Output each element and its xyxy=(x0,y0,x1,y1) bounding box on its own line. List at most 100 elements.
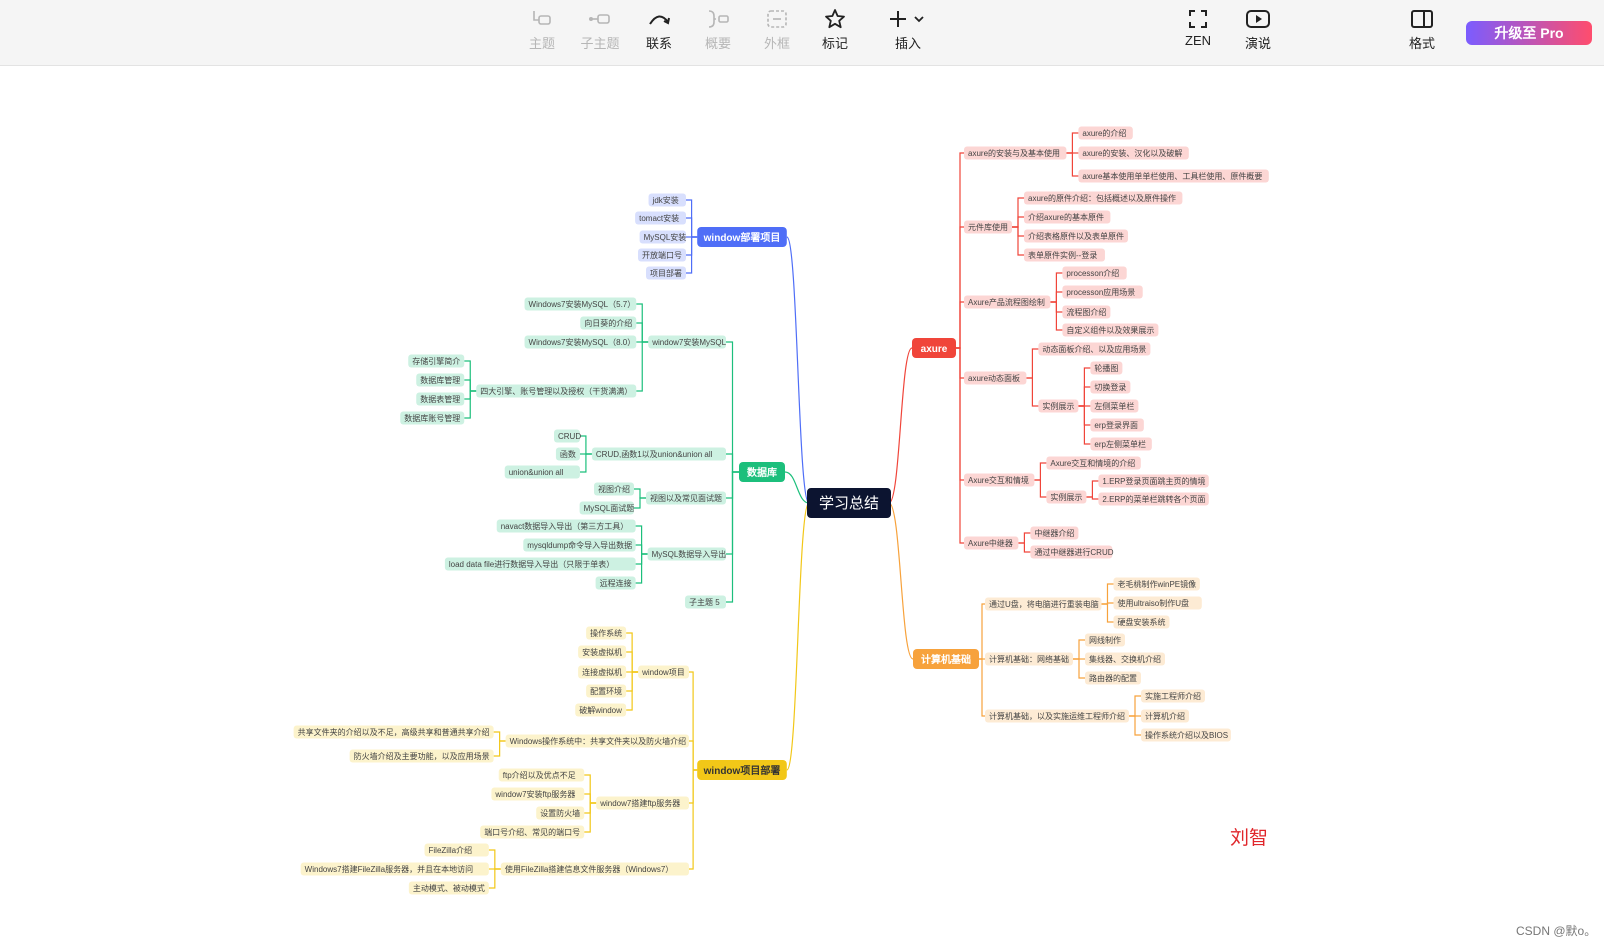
relation-curve-icon xyxy=(649,15,670,25)
mindmap-node-label: 操作系统介绍以及BIOS xyxy=(1145,730,1228,740)
mindmap-node-label: load data file进行数据导入导出（只限于单表） xyxy=(449,559,614,569)
mindmap-connector xyxy=(488,849,501,870)
mindmap-node-label: jdk安装 xyxy=(652,195,679,205)
mindmap-node-label: 通过中继器进行CRUD xyxy=(1034,547,1113,557)
mindmap-node-label: window项目 xyxy=(641,668,685,677)
mindmap-node-label: Axure交互和情境的介绍 xyxy=(1050,458,1135,468)
boundary-button[interactable]: 外框 xyxy=(749,8,805,58)
boundary-label: 外框 xyxy=(763,36,790,51)
mindmap-connector xyxy=(786,502,810,771)
format-button[interactable]: 格式 xyxy=(1394,8,1450,58)
mindmap-node-label: 设置防火墙 xyxy=(540,808,580,818)
mindmap-node-label: 实例展示 xyxy=(1042,401,1074,411)
mindmap-connector xyxy=(726,453,739,473)
mindmap-connector xyxy=(786,236,810,504)
mindmap-node-label: 向日葵的介绍 xyxy=(584,318,632,328)
plus-icon xyxy=(890,11,924,27)
mindmap-node-label: 实例展示 xyxy=(1050,492,1082,502)
mindmap-connector xyxy=(1012,216,1024,228)
mindmap-node-label: 动态面板介绍、以及应用场景 xyxy=(1042,344,1146,354)
mindmap-node-label: 使用FileZilla搭建信息文件服务器（Windows7） xyxy=(505,864,673,874)
relation-button[interactable]: 联系 xyxy=(631,8,687,58)
mindmap-connector xyxy=(1129,695,1141,717)
mindmap-node-label: 计算机基础，以及实施运维工程师介绍 xyxy=(989,711,1125,721)
mindmap-node-label: 路由器的配置 xyxy=(1089,673,1137,683)
mindmap-node-label: 硬盘安装系统 xyxy=(1117,617,1165,627)
subtopic-label: 子主题 xyxy=(580,36,620,51)
topic-icon xyxy=(533,11,551,25)
mindmap-node-label: Windows7搭建FileZilla服务器，并且在本地访问 xyxy=(305,864,473,874)
mindmap-node-label: 表单原件实例--登录 xyxy=(1028,250,1097,260)
mindmap-node-label: axure的原件介绍：包括概述以及原件操作 xyxy=(1028,193,1176,203)
mindmap-connector xyxy=(635,553,648,584)
mindmap-connector xyxy=(493,740,506,757)
upgrade-pro-button[interactable]: 升级至 Pro xyxy=(1466,21,1592,45)
mindmap-connector xyxy=(1129,715,1141,736)
mindmap-connector xyxy=(1012,226,1024,256)
boundary-icon xyxy=(767,10,787,28)
mindmap-node-label: 共享文件夹的介绍以及不足，高级共享和普通共享介绍 xyxy=(298,727,490,737)
marker-button[interactable]: 标记 xyxy=(807,8,863,58)
mindmap-connector xyxy=(634,497,646,509)
present-button[interactable]: 演说 xyxy=(1230,8,1286,58)
present-label: 演说 xyxy=(1244,36,1271,51)
mindmap-connector xyxy=(636,322,649,343)
mindmap-connector xyxy=(635,544,648,555)
mindmap-node-label: 自定义组件以及效果展示 xyxy=(1066,325,1154,335)
mindmap-node-label: axure的安装与及基本使用 xyxy=(968,148,1060,158)
insert-label: 插入 xyxy=(894,36,921,51)
mindmap-connector xyxy=(979,603,985,660)
mindmap-node-label: 通过U盘，将电脑进行重装电脑 xyxy=(989,599,1099,609)
mindmap-connector xyxy=(1018,542,1031,553)
zen-button[interactable]: ZEN xyxy=(1170,8,1226,58)
root-topic-label: 学习总结 xyxy=(819,495,879,512)
mindmap-node-label: window7安装ftp服务器 xyxy=(494,789,575,799)
subtopic-button[interactable]: 子主题 xyxy=(572,8,628,58)
summary-button[interactable]: 概要 xyxy=(690,8,746,58)
star-icon xyxy=(825,9,845,29)
mindmap-node-label: 中继器介绍 xyxy=(1034,528,1074,538)
mindmap-connector xyxy=(464,390,477,419)
mindmap-node-label: window7搭建ftp服务器 xyxy=(599,798,680,808)
mindmap-canvas: 学习总结 window部署项目 jdk安装 tomact安装 MySQL安装 开放端口号项… xyxy=(0,66,1604,943)
mindmap-connector xyxy=(1073,639,1085,660)
mindmap-node-label: MySQL数据导入导出 xyxy=(652,549,727,559)
mindmap-node-label: 网线制作 xyxy=(1089,635,1121,645)
branch-topic-label: axure xyxy=(921,344,948,355)
mindmap-node-label: Windows7安装MySQL（8.0） xyxy=(529,337,636,347)
mindmap-node-label: 安装虚拟机 xyxy=(582,647,622,657)
mindmap-node-label: window7安装MySQL xyxy=(651,337,726,347)
mindmap-node-label: 防火墙介绍及主要功能，以及应用场景 xyxy=(354,751,490,761)
mindmap-connector xyxy=(1034,479,1047,498)
mindmap-node-label: 开放端口号 xyxy=(642,250,682,260)
mindmap-node-label: ftp介绍以及优点不足 xyxy=(503,770,576,780)
topic-label: 主题 xyxy=(528,36,555,51)
zen-label: ZEN xyxy=(1185,33,1211,48)
mindmap-connector xyxy=(956,301,964,349)
mindmap-node-label: FileZilla介绍 xyxy=(429,845,473,855)
mindmap-node-label: 数据表管理 xyxy=(420,394,460,404)
insert-button[interactable]: 插入 xyxy=(880,8,936,58)
mindmap-connector xyxy=(579,435,592,455)
mindmap-node-label: 2.ERP的菜单栏跳转各个页面 xyxy=(1102,494,1205,504)
mindmap-connector xyxy=(1066,132,1079,154)
mindmap-connector xyxy=(1078,386,1091,407)
mindmap-node-label: axure动态面板 xyxy=(968,373,1020,383)
mindmap-node-label: Axure产品流程图绘制 xyxy=(968,297,1045,307)
mindmap-connector xyxy=(1073,658,1085,679)
mindmap-node-label: axure的介绍 xyxy=(1082,128,1126,138)
mindmap-node-label: erp登录界面 xyxy=(1094,420,1138,430)
subtopic-icon xyxy=(589,14,610,24)
fullscreen-icon xyxy=(1189,10,1207,28)
mindmap-connector xyxy=(686,217,698,238)
mindmap-node-label: Axure交互和情境 xyxy=(968,475,1029,485)
mindmap-node-label: 切换登录 xyxy=(1094,382,1126,392)
mindmap-node-label: 存储引擎简介 xyxy=(412,356,460,366)
mindmap-node-label: 数据库账号管理 xyxy=(404,413,460,423)
topic-button[interactable]: 主题 xyxy=(514,8,570,58)
mindmap-connector xyxy=(634,488,646,499)
mindmap-connector xyxy=(1066,152,1079,177)
csdn-watermark: CSDN @默o。 xyxy=(1516,924,1597,938)
mindmap-node-label: 函数 xyxy=(560,449,576,459)
mindmap-node-label: 连接虚拟机 xyxy=(582,667,622,677)
